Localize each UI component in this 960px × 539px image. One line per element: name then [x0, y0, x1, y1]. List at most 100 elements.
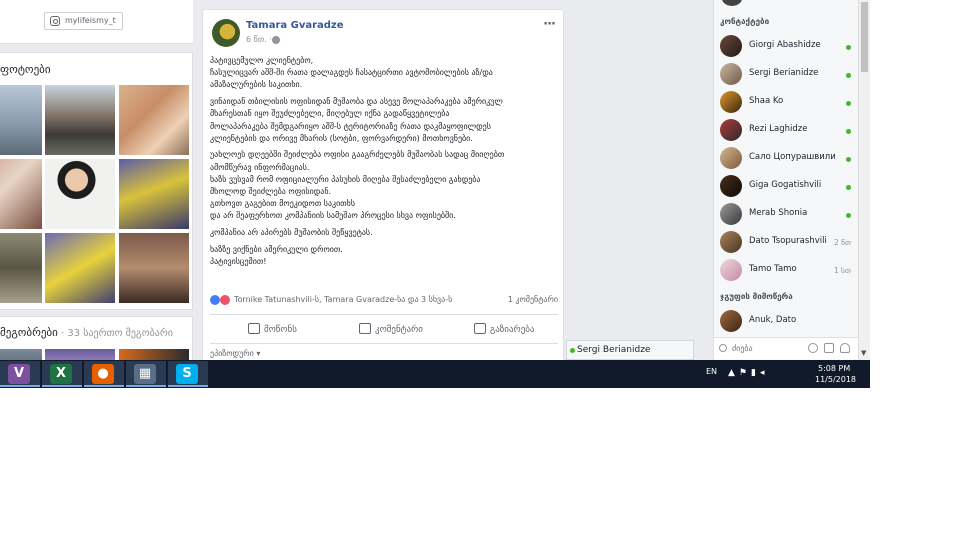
- photo-thumbnail[interactable]: [0, 233, 42, 303]
- contact-item[interactable]: Shaa Ko: [714, 89, 859, 117]
- photo-thumbnail[interactable]: [45, 159, 115, 229]
- chat-tab[interactable]: Sergi Berianidze: [566, 340, 694, 360]
- more-options-icon[interactable]: ···: [543, 17, 556, 32]
- tray-volume-icon[interactable]: ◂: [760, 368, 769, 378]
- group-conversation-item[interactable]: Anuk, Dato: [714, 308, 859, 336]
- post-paragraph: ვინაიდან თბილისის ოფისიდან მუშაობა და ას…: [210, 97, 503, 143]
- photos-card: ფოტოები: [0, 52, 193, 310]
- avatar[interactable]: [722, 0, 742, 6]
- contact-item[interactable]: Merab Shonia: [714, 201, 859, 229]
- online-indicator: [846, 45, 851, 50]
- contact-item[interactable]: Giorgi Abashidze: [714, 33, 859, 61]
- online-indicator: [846, 129, 851, 134]
- avatar: [720, 91, 742, 113]
- post-paragraph: უახლოეს დღეებში შეიძლება ოფისი გააგრძელე…: [210, 150, 505, 221]
- photo-thumbnail[interactable]: [0, 159, 42, 229]
- group-conversations-heading: ჯგუფის მიმოწერა: [720, 292, 793, 301]
- clock-time[interactable]: 5:08 PM: [818, 364, 850, 373]
- contact-item[interactable]: Dato Tsopurashvili 2 წთ: [714, 229, 859, 257]
- author-name[interactable]: Tamara Gvaradze: [246, 20, 344, 31]
- contact-item[interactable]: Giga Gogatishvili: [714, 173, 859, 201]
- like-button[interactable]: მოწონს: [248, 323, 297, 335]
- contact-item[interactable]: Rezi Laghidze: [714, 117, 859, 145]
- online-indicator: [846, 157, 851, 162]
- post-time[interactable]: 6 წთ. ·: [246, 35, 272, 44]
- gear-icon[interactable]: [808, 343, 818, 353]
- online-indicator: [846, 213, 851, 218]
- photo-thumbnail[interactable]: [119, 233, 189, 303]
- share-icon: [474, 323, 486, 334]
- instagram-link[interactable]: mylifeismy_t: [44, 12, 123, 30]
- reactions-bar[interactable]: Tornike Tatunashvili-ს, Tamara Gvaradze-…: [210, 294, 558, 308]
- contact-name: Tamo Tamo: [749, 264, 797, 274]
- chat-search-input[interactable]: [732, 342, 802, 355]
- thumbs-up-icon: [248, 323, 260, 334]
- avatar: [720, 175, 742, 197]
- taskbar-app-firefox[interactable]: ●: [84, 361, 124, 387]
- contact-item[interactable]: Сало Цопурашвили: [714, 145, 859, 173]
- taskbar-app-viber[interactable]: V: [0, 361, 40, 387]
- photo-thumbnail[interactable]: [119, 85, 189, 155]
- contacts-heading: კონტაქტები: [720, 17, 770, 26]
- share-button[interactable]: გაზიარება: [474, 323, 535, 335]
- last-active-time: 1 სთ: [833, 266, 851, 275]
- photo-thumbnail[interactable]: [119, 159, 189, 229]
- windows-taskbar: V X ● ▦ S EN ▲⚑▮◂ 5:08 PM 11/5/2018: [0, 360, 870, 388]
- photo-thumbnail[interactable]: [45, 85, 115, 155]
- post-paragraph: პატივცემულო კლიენტებო, ჩასულიცვარ აშშ-ში…: [210, 56, 493, 90]
- contact-name: Sergi Berianidze: [749, 68, 819, 78]
- instagram-icon: [50, 16, 60, 26]
- author-avatar[interactable]: [212, 19, 240, 47]
- online-indicator: [846, 185, 851, 190]
- post-body: პატივცემულო კლიენტებო, ჩასულიცვარ აშშ-ში…: [210, 55, 560, 273]
- photos-title[interactable]: ფოტოები: [0, 63, 51, 76]
- chat-sidebar: კონტაქტები Giorgi Abashidze Sergi Beriani…: [713, 0, 859, 360]
- taskbar-app-excel[interactable]: X: [42, 361, 82, 387]
- viber-icon: V: [8, 364, 30, 384]
- compose-icon[interactable]: [824, 343, 834, 353]
- firefox-icon: ●: [92, 364, 114, 384]
- taskbar-app-skype[interactable]: S: [168, 361, 208, 387]
- comment-count[interactable]: 1 კომენტარი: [508, 295, 558, 304]
- chat-tab-name: Sergi Berianidze: [577, 345, 651, 355]
- avatar: [720, 310, 742, 332]
- friends-title[interactable]: მეგობრები · 33 საერთო მეგობარი: [0, 326, 173, 339]
- contact-name: Dato Tsopurashvili: [749, 236, 827, 246]
- photo-thumbnail[interactable]: [45, 233, 115, 303]
- create-group-icon[interactable]: [840, 343, 850, 353]
- online-indicator: [846, 73, 851, 78]
- love-reaction-icon: [220, 295, 230, 305]
- last-active-time: 2 წთ: [833, 238, 851, 247]
- avatar: [720, 35, 742, 57]
- tray-flag-icon[interactable]: ⚑: [739, 368, 751, 378]
- globe-icon[interactable]: [272, 36, 280, 44]
- contact-name: Rezi Laghidze: [749, 124, 808, 134]
- comment-label: კომენტარი: [375, 325, 423, 335]
- tray-up-arrow-icon[interactable]: ▲: [728, 368, 739, 378]
- system-tray[interactable]: ▲⚑▮◂: [728, 368, 768, 378]
- reaction-names[interactable]: Tornike Tatunashvili-ს, Tamara Gvaradze-…: [234, 295, 452, 304]
- avatar: [720, 63, 742, 85]
- scroll-down-arrow-icon[interactable]: ▼: [861, 349, 866, 357]
- avatar: [720, 259, 742, 281]
- avatar: [720, 119, 742, 141]
- scrollbar-thumb[interactable]: [861, 2, 868, 72]
- excel-icon: X: [50, 364, 72, 384]
- intro-card: mylifeismy_t: [0, 0, 193, 44]
- clock-date[interactable]: 11/5/2018: [815, 375, 856, 384]
- post-actions: მოწონს კომენტარი გაზიარება: [210, 314, 558, 344]
- avatar: [720, 231, 742, 253]
- photo-thumbnail[interactable]: [0, 85, 42, 155]
- page-scrollbar[interactable]: ▼: [858, 0, 870, 360]
- contact-name: Merab Shonia: [749, 208, 808, 218]
- contact-item[interactable]: Sergi Berianidze: [714, 61, 859, 89]
- comment-icon: [359, 323, 371, 334]
- taskbar-app-calculator[interactable]: ▦: [126, 361, 166, 387]
- tray-network-icon[interactable]: ▮: [751, 368, 760, 378]
- comment-button[interactable]: კომენტარი: [359, 323, 423, 335]
- calculator-icon: ▦: [134, 364, 156, 384]
- instagram-handle: mylifeismy_t: [65, 16, 116, 25]
- language-indicator[interactable]: EN: [706, 367, 717, 376]
- comment-filter-toggle[interactable]: ეპიზოდური ▾: [210, 349, 260, 358]
- contact-item[interactable]: Tamo Tamo 1 სთ: [714, 257, 859, 285]
